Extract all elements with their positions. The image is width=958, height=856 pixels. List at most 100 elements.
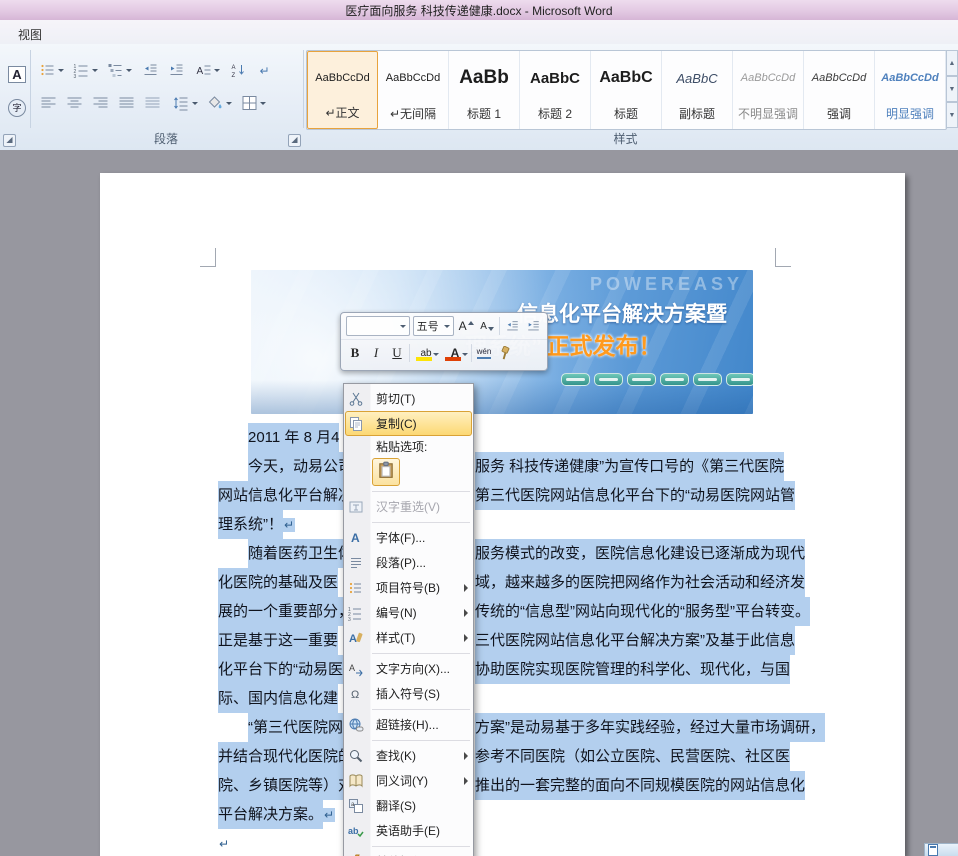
menu-item-cut[interactable]: 剪切(T) — [344, 386, 473, 411]
align-center-button[interactable] — [62, 91, 86, 115]
bold-button[interactable]: B — [346, 343, 364, 363]
highlight-button[interactable]: ab — [413, 343, 439, 363]
menu-item-find[interactable]: 查找(K) — [344, 743, 473, 768]
style-item-1[interactable]: AaBbCcDd↵正文 — [307, 51, 378, 129]
styles-gallery-scrollbar: ▲ ▼ ▼ — [946, 50, 958, 128]
align-right-button[interactable] — [88, 91, 112, 115]
increase-indent-button[interactable] — [164, 58, 188, 82]
bullets-icon — [348, 580, 364, 596]
paste-option-button[interactable] — [372, 458, 400, 486]
style-item-3[interactable]: AaBb标题 1 — [449, 51, 520, 129]
banner-nav-pill-6[interactable] — [726, 373, 753, 386]
menu-separator — [372, 522, 470, 523]
enclose-characters-button[interactable]: 字 — [4, 94, 30, 122]
style-item-8[interactable]: AaBbCcDd强调 — [804, 51, 875, 129]
decrease-indent-button[interactable] — [138, 58, 162, 82]
menu-item-label: 汉字重选(V) — [376, 498, 440, 515]
numbering-button[interactable]: 123 — [70, 58, 100, 82]
menu-item-text-direction[interactable]: A文字方向(X)... — [344, 656, 473, 681]
left-group-dialog-launcher[interactable]: ◢ — [3, 134, 16, 147]
doc-line-10: 际、国内信息化建 — [218, 684, 818, 713]
align-left-button[interactable] — [36, 91, 60, 115]
textdir-icon: A — [348, 661, 364, 677]
banner-headline-1: 信息化平台解决方案暨 — [517, 298, 727, 328]
italic-button[interactable]: I — [367, 343, 385, 363]
group-divider — [303, 50, 304, 128]
menu-item-thesaurus[interactable]: 同义词(Y) — [344, 768, 473, 793]
style-item-4[interactable]: AaBbC标题 2 — [520, 51, 591, 129]
numbering-icon: 123 — [73, 62, 90, 78]
banner-nav-pill-1[interactable] — [561, 373, 590, 386]
document-area[interactable]: POWEREASY 信息化平台解决方案暨 理系统” 正式发布！ 2011 年 8… — [0, 150, 958, 856]
menu-item-label: 翻译(S) — [376, 797, 416, 814]
style-item-2[interactable]: AaBbCcDd↵无间隔 — [378, 51, 449, 129]
line-spacing-button[interactable] — [170, 91, 200, 115]
mini-increase-indent-button[interactable] — [524, 316, 542, 336]
shrink-font-button[interactable]: A — [478, 316, 496, 336]
gallery-scroll-up[interactable]: ▲ — [946, 50, 958, 76]
grow-font-button[interactable]: A — [457, 316, 475, 336]
menu-item-insert-symbol[interactable]: Ω插入符号(S) — [344, 681, 473, 706]
doc-line-1: 2011 年 8 月4 — [218, 423, 818, 452]
asian-layout-button[interactable]: A — [192, 58, 222, 82]
menu-item-additional-actions[interactable]: 其他操作(A) — [344, 849, 473, 856]
font-name-combo[interactable] — [346, 316, 410, 336]
style-preview: AaBbCcDd — [741, 51, 795, 105]
menu-separator — [372, 846, 470, 847]
banner-nav-pill-2[interactable] — [594, 373, 623, 386]
paragraph-dialog-launcher[interactable]: ◢ — [288, 134, 301, 147]
style-preview: AaBbCcDd — [812, 51, 866, 105]
title-bar[interactable]: 医疗面向服务 科技传递健康.docx - Microsoft Word — [0, 0, 958, 21]
menu-item-bullets[interactable]: 项目符号(B) — [344, 575, 473, 600]
distribute-button[interactable] — [140, 91, 164, 115]
style-item-9[interactable]: AaBbCcDd明显强调 — [875, 51, 946, 129]
enclose-characters-icon: 字 — [8, 99, 26, 117]
banner-nav-pill-3[interactable] — [627, 373, 656, 386]
style-preview: AaBb — [459, 51, 509, 105]
gallery-scroll-down[interactable]: ▼ — [946, 76, 958, 102]
menu-item-numbering[interactable]: 123编号(N) — [344, 600, 473, 625]
banner-nav-pill-4[interactable] — [660, 373, 689, 386]
menu-item-hanzi-reselect[interactable]: 汉字重选(V) — [344, 494, 473, 519]
style-item-6[interactable]: AaBbC副标题 — [662, 51, 733, 129]
page[interactable]: POWEREASY 信息化平台解决方案暨 理系统” 正式发布！ 2011 年 8… — [100, 173, 905, 856]
menu-item-paragraph[interactable]: 段落(P)... — [344, 550, 473, 575]
show-hide-marks-button[interactable]: ↵ — [252, 58, 276, 82]
sort-button[interactable]: AZ — [226, 58, 250, 82]
format-painter-button[interactable] — [496, 343, 514, 363]
underline-button[interactable]: U — [388, 343, 406, 363]
menu-item-hyperlink[interactable]: 超链接(H)... — [344, 712, 473, 737]
grow-font-icon — [468, 321, 474, 325]
menu-item-font[interactable]: A字体(F)... — [344, 525, 473, 550]
multilevel-list-button[interactable] — [104, 58, 134, 82]
style-label: 明显强调 — [886, 105, 934, 122]
doc-text-segment: 服务 科技传递健康”为宣传口号的《第三代医院 — [475, 452, 784, 481]
doc-line-11: “第三代医院网方案”是动易基于多年实践经验，经过大量市场调研， — [218, 713, 818, 742]
justify-button[interactable] — [114, 91, 138, 115]
font-color-button[interactable]: A — [442, 343, 468, 363]
taskbar-fragment[interactable] — [924, 843, 958, 856]
phonetic-guide-button[interactable]: wén — [475, 343, 493, 363]
bullets-button[interactable] — [36, 58, 66, 82]
doc-text-segment: 推出的一套完整的面向不同规模医院的网站信息化 — [475, 771, 805, 800]
font-size-combo[interactable]: 五号 — [413, 316, 454, 336]
gallery-more-button[interactable]: ▼ — [946, 102, 958, 128]
banner-nav-pill-5[interactable] — [693, 373, 722, 386]
borders-button[interactable] — [238, 91, 268, 115]
group-divider — [30, 50, 31, 128]
menu-item-copy[interactable]: 复制(C) — [344, 411, 473, 436]
mini-decrease-indent-button[interactable] — [503, 316, 521, 336]
show-hide-marks-icon: ↵ — [256, 62, 273, 78]
style-label: ↵无间隔 — [390, 105, 436, 122]
copy-icon — [348, 416, 364, 432]
doc-text-segment: 正是基于这一重要 — [218, 626, 338, 655]
pill-text-blur — [632, 378, 651, 381]
menu-item-styles[interactable]: A样式(T) — [344, 625, 473, 650]
menu-item-english-assistant[interactable]: ab英语助手(E) — [344, 818, 473, 843]
style-item-7[interactable]: AaBbCcDd不明显强调 — [733, 51, 804, 129]
tab-view[interactable]: 视图 — [10, 24, 50, 45]
style-item-5[interactable]: AaBbC标题 — [591, 51, 662, 129]
menu-item-translate[interactable]: a翻译(S) — [344, 793, 473, 818]
shading-button[interactable] — [204, 91, 234, 115]
character-border-button[interactable]: A — [4, 60, 30, 88]
